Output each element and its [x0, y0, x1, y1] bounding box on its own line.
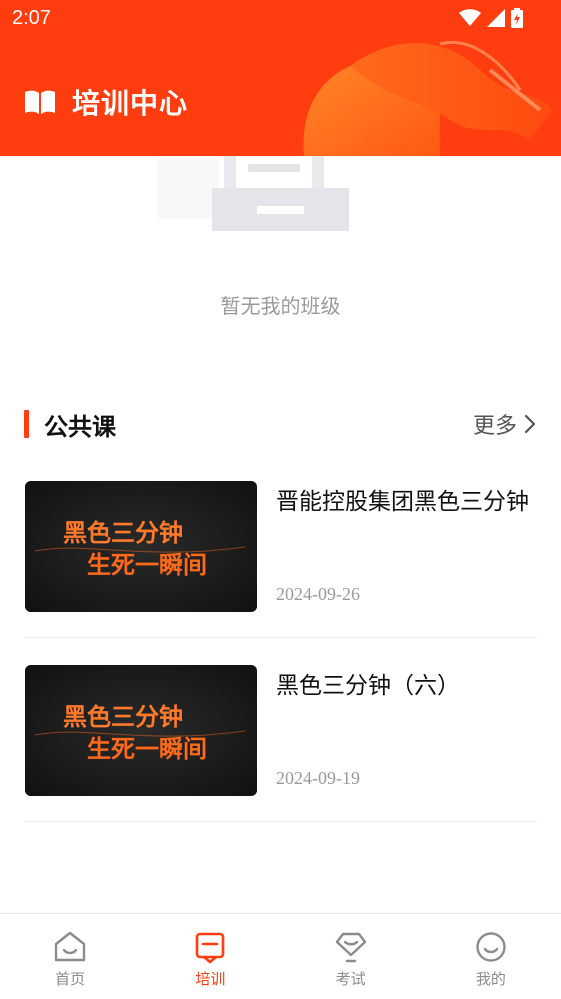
course-title: 黑色三分钟（六） [276, 673, 460, 699]
cellular-signal-icon [487, 9, 505, 27]
thumb-line-2: 生死一瞬间 [87, 550, 207, 579]
thumb-line-1: 黑色三分钟 [63, 518, 183, 547]
training-icon [196, 932, 225, 964]
status-icons [459, 8, 523, 28]
header-decoration [303, 41, 552, 156]
nav-item-training[interactable]: 培训 [140, 914, 280, 999]
battery-charging-icon [511, 8, 523, 28]
wifi-icon [459, 9, 481, 26]
header-title-row: 培训中心 [24, 82, 188, 122]
section-accent-bar [24, 410, 29, 438]
thumb-line-2: 生死一瞬间 [87, 734, 207, 763]
status-time: 2:07 [12, 7, 51, 29]
status-bar: 2:07 [0, 0, 561, 40]
nav-item-profile[interactable]: 我的 [421, 914, 561, 999]
section-title: 公共课 [44, 413, 116, 441]
more-link[interactable]: 更多 [473, 408, 537, 440]
more-label: 更多 [472, 414, 517, 439]
course-card[interactable]: 黑色三分钟 生死一瞬间 黑色三分钟（六） 2024-09-19 [24, 664, 537, 822]
home-icon [54, 931, 86, 962]
exam-icon [335, 932, 366, 963]
empty-state-message: 暂无我的班级 [220, 294, 341, 318]
book-icon [25, 90, 55, 114]
profile-icon [476, 932, 506, 962]
course-thumbnail[interactable]: 黑色三分钟 生死一瞬间 [25, 665, 257, 796]
chevron-right-icon [524, 414, 536, 434]
nav-item-home[interactable]: 首页 [0, 914, 140, 999]
course-date: 2024-09-19 [276, 768, 360, 788]
course-date: 2024-09-26 [276, 584, 360, 604]
thumb-line-1: 黑色三分钟 [63, 702, 183, 731]
nav-label-training: 培训 [195, 970, 226, 988]
bottom-nav: 首页 培训 考试 我的 [0, 913, 561, 999]
app-header: 2:07 培训中心 [0, 0, 561, 156]
nav-label-profile: 我的 [475, 970, 506, 988]
course-thumbnail[interactable]: 黑色三分钟 生死一瞬间 [25, 481, 257, 612]
empty-box-illustration [158, 156, 349, 231]
page-title: 培训中心 [72, 87, 189, 120]
public-course-section-header: 公共课 更多 [24, 404, 537, 444]
nav-label-exam: 考试 [335, 970, 366, 988]
nav-label-home: 首页 [55, 970, 86, 988]
course-card[interactable]: 黑色三分钟 生死一瞬间 晋能控股集团黑色三分钟 2024-09-26 [24, 480, 537, 638]
nav-item-exam[interactable]: 考试 [281, 914, 421, 999]
course-title: 晋能控股集团黑色三分钟 [276, 489, 529, 515]
